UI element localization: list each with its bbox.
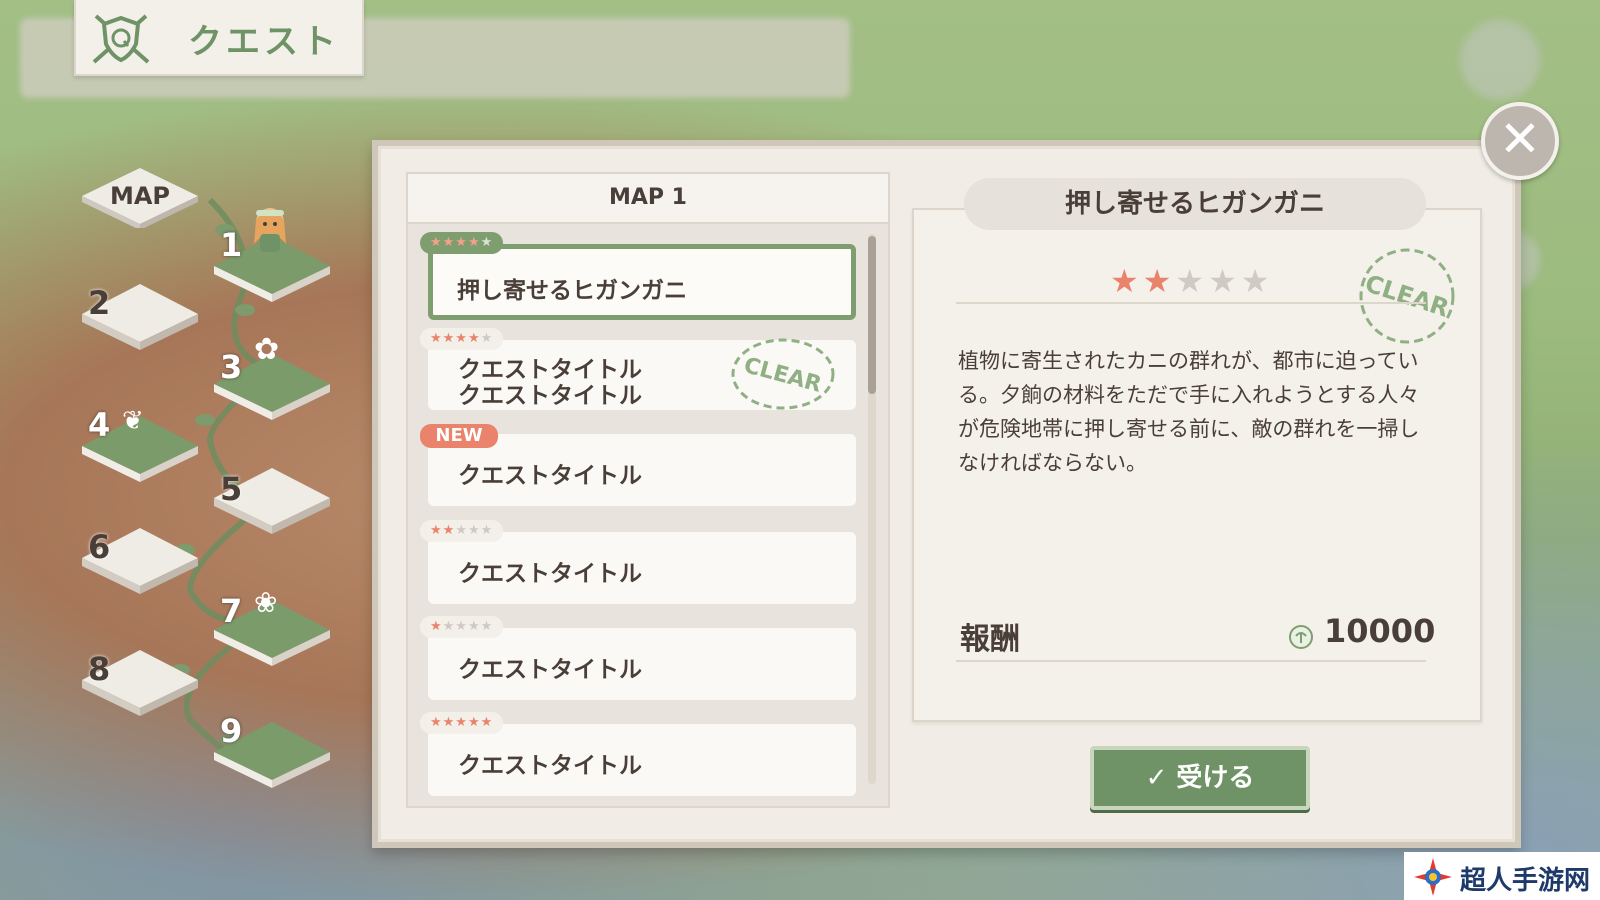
quest-description: 植物に寄生されたカニの群れが、都市に迫っている。夕餉の材料をただで手に入れようと…	[958, 349, 1420, 475]
tile-number: 3	[220, 348, 243, 386]
background-blur-button	[1460, 20, 1540, 100]
difficulty-stars: ★★★★★	[420, 520, 504, 542]
difficulty-stars: ★★★★★	[420, 712, 504, 734]
quest-item-selected[interactable]: 押し寄せるヒガンガニ	[428, 244, 856, 320]
map-tile-2[interactable]: 2	[82, 284, 198, 360]
plant-icon: ❀	[254, 586, 278, 619]
divider	[956, 660, 1426, 662]
reward-label: 報酬	[960, 622, 1020, 657]
divider	[956, 302, 1426, 304]
quest-item[interactable]: クエストタイトル クエストタイトル CLEAR	[428, 338, 856, 410]
close-icon: ✕	[1499, 110, 1541, 168]
watermark-text: 超人手游网	[1460, 866, 1591, 896]
quest-item-title: クエストタイトル	[458, 561, 642, 587]
map-tile-8[interactable]: 8	[82, 650, 198, 726]
quest-item[interactable]: クエストタイトル	[428, 532, 856, 604]
map-tile-3[interactable]: 3 ✿	[214, 332, 330, 420]
quest-detail-stars: ★★★★★	[1110, 262, 1274, 300]
quest-item-title: 押し寄せるヒガンガニ	[457, 278, 687, 304]
tile-number: 9	[220, 712, 243, 750]
watermark: 超人手游网	[1404, 852, 1600, 900]
map-tile-7[interactable]: 7 ❀	[214, 586, 330, 666]
accept-button[interactable]: ✓ 受ける	[1090, 746, 1310, 810]
quest-list-header: MAP 1	[408, 174, 888, 224]
watermark-logo-icon	[1414, 858, 1452, 896]
map-tile-6[interactable]: 6	[82, 528, 198, 604]
tile-number: 2	[88, 284, 111, 322]
quest-item-title: クエストタイトル	[458, 657, 642, 683]
svg-text:CLEAR: CLEAR	[741, 353, 824, 398]
map-label-tile[interactable]: MAP	[82, 168, 198, 230]
quest-header-tab: クエスト	[74, 0, 364, 76]
map-tile-9[interactable]: 9	[214, 712, 330, 788]
reward-value: 10000	[1324, 612, 1436, 650]
quest-detail-title: 押し寄せるヒガンガニ	[964, 178, 1426, 230]
close-button[interactable]: ✕	[1481, 102, 1559, 180]
flower-icon: ✿	[254, 332, 280, 367]
new-badge: NEW	[420, 424, 498, 448]
character-icon	[254, 208, 286, 252]
quest-shield-icon	[92, 14, 150, 64]
difficulty-stars: ★★★★★	[420, 328, 504, 350]
tile-number: 4	[88, 406, 111, 444]
difficulty-stars: ★★★★★	[420, 616, 504, 638]
quest-item-title: クエストタイトル	[458, 753, 642, 779]
map-tile-1[interactable]: 1	[214, 208, 330, 302]
tile-number: 5	[220, 470, 243, 508]
map-tile-4[interactable]: 4 ❦	[82, 406, 198, 482]
tile-number: 7	[220, 592, 243, 630]
map-tile-5[interactable]: 5	[214, 468, 330, 544]
scrollbar-thumb[interactable]	[868, 236, 876, 394]
quest-item-title: クエストタイトル	[458, 463, 642, 489]
sprout-icon: ❦	[122, 406, 144, 436]
difficulty-stars: ★★★★★	[420, 232, 504, 254]
clear-stamp-text: CLEAR	[1362, 269, 1453, 322]
quest-item[interactable]: クエストタイトル	[428, 724, 856, 796]
quest-list[interactable]: MAP 1 押し寄せるヒガンガニ ★★★★★ クエストタイトル クエストタイトル…	[406, 172, 890, 808]
header-title: クエスト	[188, 22, 340, 62]
tile-number: 6	[88, 528, 111, 566]
quest-item[interactable]: クエストタイトル	[428, 628, 856, 700]
clear-stamp-icon: CLEAR	[731, 338, 835, 410]
clear-stamp-icon: CLEAR	[1359, 248, 1455, 344]
coin-icon	[1289, 625, 1313, 649]
tile-number: 8	[88, 650, 111, 688]
quest-item-title: クエストタイトル	[458, 383, 642, 409]
map-label-text: MAP	[109, 182, 171, 210]
tile-number: 1	[220, 226, 243, 264]
